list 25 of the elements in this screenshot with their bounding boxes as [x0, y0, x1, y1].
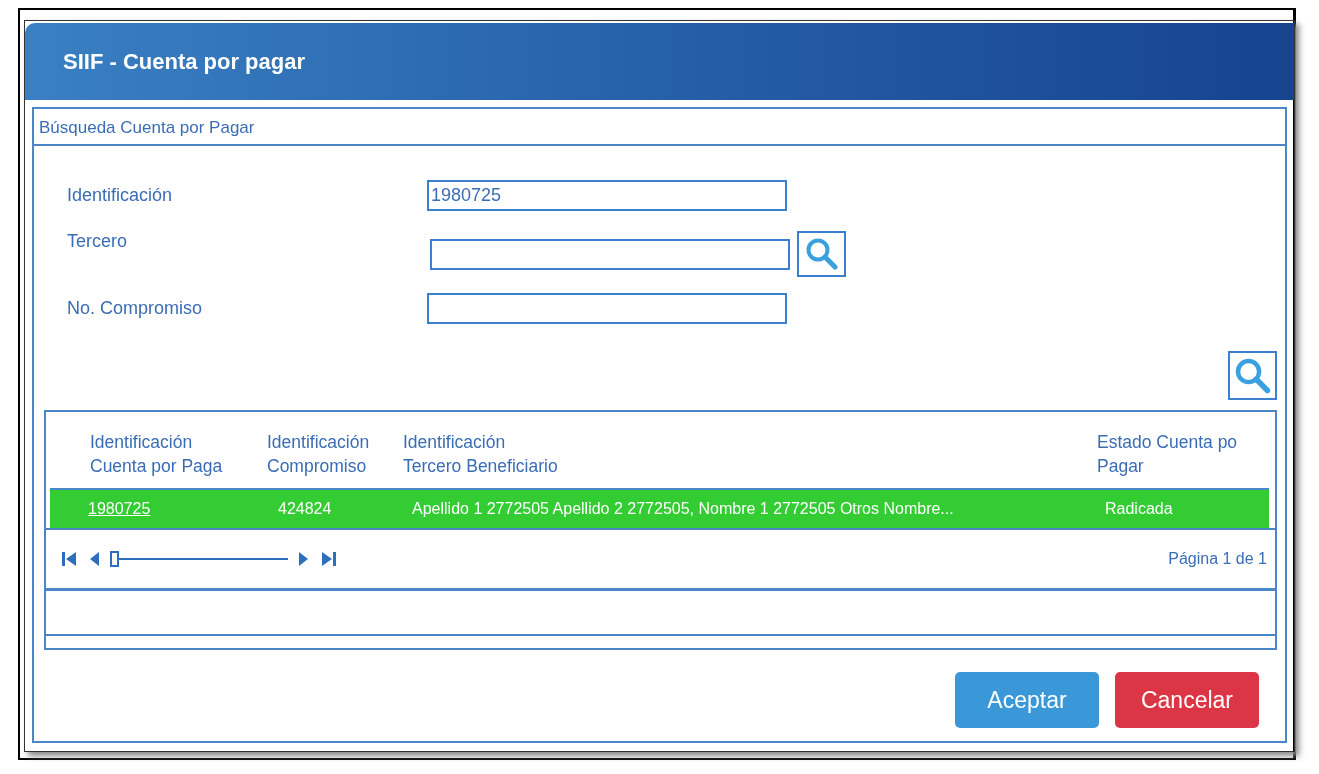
slider-handle[interactable] [110, 551, 119, 567]
search-button[interactable] [1228, 351, 1277, 400]
page-indicator: Página 1 de 1 [1168, 550, 1267, 568]
column-header: Identificación Compromiso [267, 431, 371, 478]
input-field[interactable] [427, 292, 787, 324]
column-header: Estado Cuenta po Pagar [1097, 431, 1239, 478]
input-field[interactable] [430, 239, 790, 270]
panel-title: Búsqueda Cuenta por Pagar [34, 109, 1285, 146]
table-link[interactable]: 1980725 [88, 500, 278, 518]
field-label: No. Compromiso [67, 297, 204, 319]
table-cell-text: 424824 [278, 500, 333, 518]
next-page-icon[interactable] [296, 549, 310, 569]
column-header: Identificación Tercero Beneficiario [403, 431, 559, 478]
table-cell-text: Apellido 1 2772505 Apellido 2 2772505, Nombre 1 2772505 Otros Nombre... [412, 500, 955, 518]
input-field[interactable]: 1980725 [427, 179, 787, 211]
table-cell-text: Radicada [1105, 500, 1174, 518]
field-label: Tercero [67, 231, 129, 252]
previous-page-icon[interactable] [88, 549, 102, 569]
cancel-button[interactable]: Cancelar [1115, 672, 1259, 728]
search-button[interactable] [797, 231, 846, 277]
column-header: Identificación Cuenta por Paga [90, 431, 224, 478]
table-row[interactable]: 1980725 424824 Apellido 1 2772505 Apellido 2 2772505, Nombre 1 2772505 Otros Nombre... Radicada [50, 488, 1269, 528]
accept-button[interactable]: Aceptar [955, 672, 1099, 728]
window-title: SIIF - Cuenta por pagar [63, 48, 306, 75]
field-label: Identificación [67, 184, 174, 206]
